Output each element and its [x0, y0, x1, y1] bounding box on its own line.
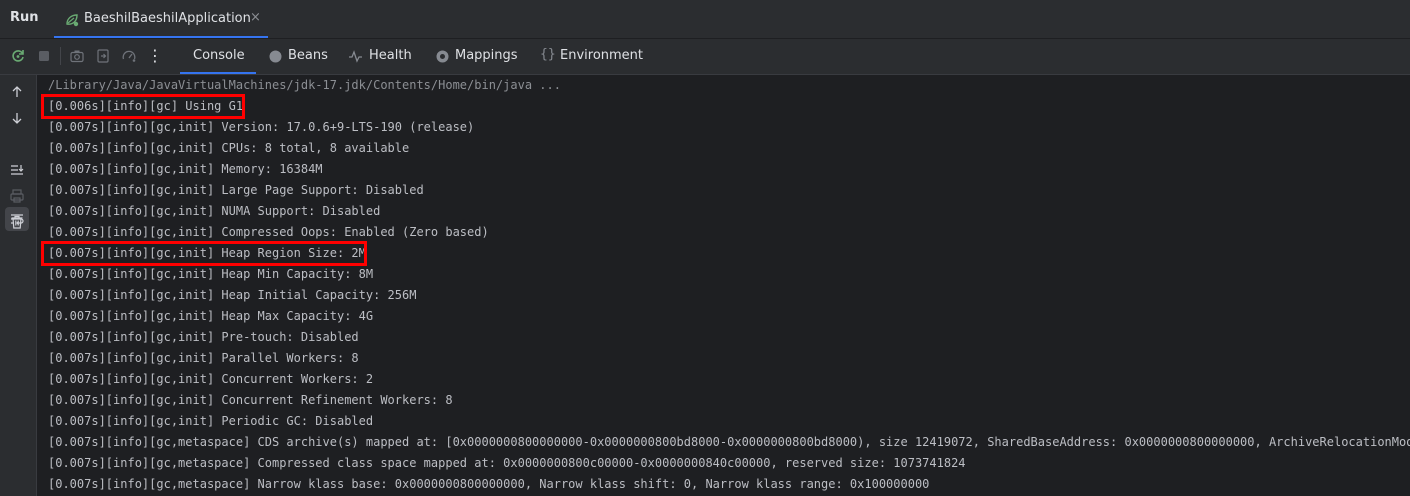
- console-line: [0.007s][info][gc,init] Periodic GC: Dis…: [48, 414, 374, 428]
- run-config-tab[interactable]: BaeshilBaeshilApplication ×: [54, 0, 268, 38]
- print-icon[interactable]: [9, 188, 25, 204]
- console-line: [0.007s][info][gc,init] Version: 17.0.6+…: [48, 120, 475, 134]
- trash-icon[interactable]: [9, 214, 25, 230]
- console-line: [0.007s][info][gc,init] Heap Min Capacit…: [48, 267, 374, 281]
- gauge-icon[interactable]: [121, 48, 137, 64]
- arrow-down-icon[interactable]: [9, 110, 25, 126]
- console-line: [0.007s][info][gc,init] Pre-touch: Disab…: [48, 330, 359, 344]
- active-tab-indicator: [180, 72, 256, 74]
- run-config-label: BaeshilBaeshilApplication: [84, 11, 251, 26]
- camera-icon[interactable]: [69, 48, 85, 64]
- pulse-icon: [348, 49, 363, 64]
- tab-label: Environment: [560, 48, 644, 63]
- console-line: [0.007s][info][gc,init] NUMA Support: Di…: [48, 204, 381, 218]
- arrow-up-icon[interactable]: [9, 84, 25, 100]
- stop-icon[interactable]: [36, 48, 52, 64]
- run-toolbar: ⋮ Console Beans Health Mappings {} Envir…: [0, 39, 1410, 75]
- braces-icon: {}: [540, 47, 556, 62]
- tab-label: Console: [193, 48, 245, 63]
- console-line: [0.007s][info][gc,init] Compressed Oops:…: [48, 225, 489, 239]
- console-line: [0.007s][info][gc,init] Concurrent Refin…: [48, 393, 453, 407]
- bean-icon: [268, 49, 283, 64]
- close-icon[interactable]: ×: [250, 10, 261, 25]
- tab-label: Health: [369, 48, 412, 63]
- console-line: [0.007s][info][gc,init] Large Page Suppo…: [48, 183, 424, 197]
- console-line: [0.007s][info][gc,init] Heap Max Capacit…: [48, 309, 374, 323]
- more-icon[interactable]: ⋮: [147, 46, 163, 65]
- spring-boot-icon: [64, 12, 80, 28]
- console-side-toolbar: [0, 75, 37, 496]
- tab-label: Mappings: [455, 48, 518, 63]
- highlight-box-heap-region-size: [41, 241, 367, 266]
- console-line: [0.007s][info][gc,init] Parallel Workers…: [48, 351, 359, 365]
- console-line: [0.007s][info][gc,init] Heap Initial Cap…: [48, 288, 417, 302]
- mappings-icon: [435, 49, 450, 64]
- console-line: [0.007s][info][gc,metaspace] CDS archive…: [48, 435, 1410, 449]
- highlight-box-using-g1: [41, 94, 245, 119]
- tab-health[interactable]: Health: [348, 39, 420, 74]
- tab-beans[interactable]: Beans: [266, 39, 336, 74]
- tab-mappings[interactable]: Mappings: [434, 39, 524, 74]
- run-title: Run: [10, 10, 39, 25]
- rerun-icon[interactable]: [10, 48, 26, 64]
- tab-environment[interactable]: {} Environment: [540, 39, 644, 74]
- console-line: [0.007s][info][gc,metaspace] Compressed …: [48, 456, 966, 470]
- tab-label: Beans: [288, 48, 328, 63]
- scroll-to-end-icon[interactable]: [9, 162, 25, 178]
- run-tool-window-header: Run BaeshilBaeshilApplication ×: [0, 0, 1410, 39]
- console-line: [0.007s][info][gc,init] CPUs: 8 total, 8…: [48, 141, 410, 155]
- export-icon[interactable]: [95, 48, 111, 64]
- toolbar-divider: [60, 47, 61, 65]
- console-line: [0.007s][info][gc,init] Concurrent Worke…: [48, 372, 374, 386]
- active-tab-indicator: [54, 36, 268, 38]
- console-command-line: /Library/Java/JavaVirtualMachines/jdk-17…: [48, 78, 561, 92]
- console-line: [0.007s][info][gc,metaspace] Narrow klas…: [48, 477, 930, 491]
- tab-console[interactable]: Console: [180, 39, 256, 74]
- console-line: [0.007s][info][gc,init] Memory: 16384M: [48, 162, 323, 176]
- console-output[interactable]: /Library/Java/JavaVirtualMachines/jdk-17…: [37, 75, 1410, 496]
